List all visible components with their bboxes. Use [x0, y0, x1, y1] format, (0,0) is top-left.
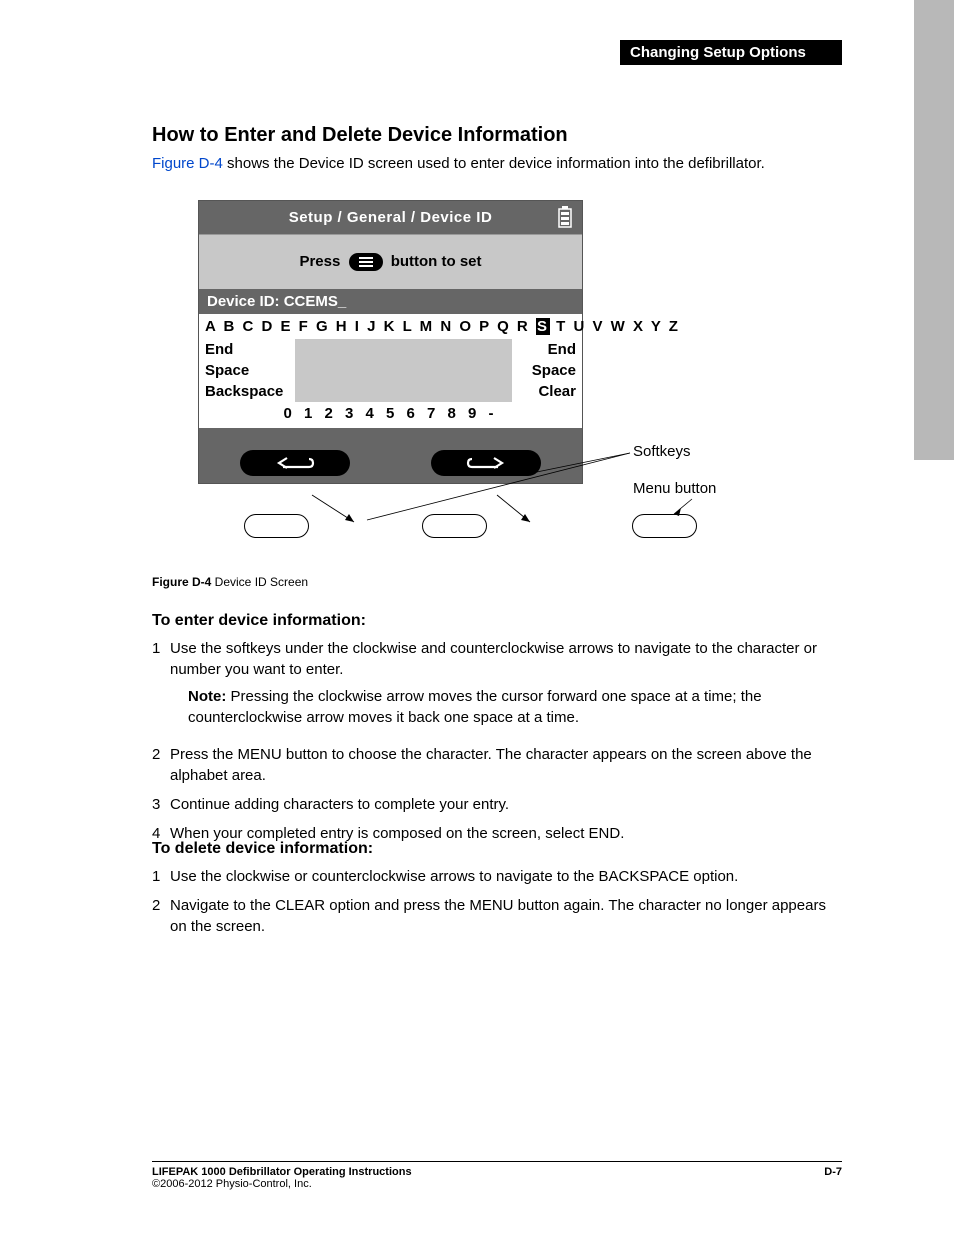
- option-row-3: Backspace Clear: [199, 381, 582, 402]
- delete-step-1: 1Use the clockwise or counterclockwise a…: [152, 866, 842, 887]
- alpha-left: A B C D E F G H I J K L M N O P Q R: [205, 318, 530, 335]
- intro-paragraph: Figure D-4 shows the Device ID screen us…: [152, 155, 765, 172]
- device-id-field: Device ID: CCEMS_: [199, 289, 582, 314]
- page-number: D-7: [824, 1166, 842, 1190]
- section-banner: Changing Setup Options: [620, 40, 842, 65]
- device-title-bar: Setup / General / Device ID: [199, 201, 582, 234]
- option-row-2: Space Space: [199, 360, 582, 381]
- label-softkeys: Softkeys: [633, 443, 691, 460]
- alpha-selected: S: [536, 318, 550, 335]
- delete-heading: To delete device information:: [152, 838, 842, 860]
- device-footer: [199, 428, 582, 483]
- figure-number: Figure D-4: [152, 575, 211, 589]
- enter-step-3: 3Continue adding characters to complete …: [152, 794, 842, 815]
- note-label: Note:: [188, 688, 226, 705]
- ccw-arrow-icon: [275, 455, 315, 471]
- figure-crossref[interactable]: Figure D-4: [152, 155, 223, 172]
- page-footer: LIFEPAK 1000 Defibrillator Operating Ins…: [152, 1161, 842, 1190]
- footer-title: LIFEPAK 1000 Defibrillator Operating Ins…: [152, 1166, 412, 1178]
- cw-arrow-icon: [466, 455, 506, 471]
- menu-icon: [349, 253, 383, 271]
- enter-instructions: To enter device information: 1 Use the s…: [152, 610, 842, 852]
- opt-space-r: Space: [512, 360, 582, 381]
- alphabet-row: A B C D E F G H I J K L M N O P Q R S T …: [199, 314, 582, 339]
- side-tab: [914, 0, 954, 460]
- note-text: Pressing the clockwise arrow moves the c…: [188, 688, 762, 726]
- battery-icon: [558, 206, 572, 228]
- press-text-right: button to set: [391, 253, 482, 270]
- enter-step-1-text: Use the softkeys under the clockwise and…: [170, 640, 817, 678]
- delete-instructions: To delete device information: 1Use the c…: [152, 838, 842, 945]
- physical-softkey-right: [422, 514, 487, 538]
- physical-menu-button: [632, 514, 697, 538]
- device-breadcrumb: Setup / General / Device ID: [289, 209, 493, 226]
- device-instruction: Press button to set: [199, 234, 582, 289]
- enter-step-2: 2Press the MENU button to choose the cha…: [152, 744, 842, 786]
- opt-end-l: End: [199, 339, 295, 360]
- opt-end-r: End: [512, 339, 582, 360]
- physical-softkey-left: [244, 514, 309, 538]
- figure-title: Device ID Screen: [211, 575, 308, 589]
- opt-clear: Clear: [512, 381, 582, 402]
- footer-copyright: ©2006-2012 Physio-Control, Inc.: [152, 1178, 312, 1190]
- softkey-cw: [431, 450, 541, 476]
- intro-text: shows the Device ID screen used to enter…: [223, 155, 765, 172]
- option-row-1: End End: [199, 339, 582, 360]
- press-text-left: Press: [299, 253, 344, 270]
- opt-backspace: Backspace: [199, 381, 295, 402]
- enter-step-1: 1 Use the softkeys under the clockwise a…: [152, 638, 842, 736]
- label-menu-button: Menu button: [633, 480, 716, 497]
- alpha-right: T U V W X Y Z: [556, 318, 680, 335]
- softkey-ccw: [240, 450, 350, 476]
- device-screen: Setup / General / Device ID Press button…: [198, 200, 583, 484]
- digit-row: 0 1 2 3 4 5 6 7 8 9 -: [199, 402, 582, 428]
- enter-note: Note: Pressing the clockwise arrow moves…: [188, 686, 842, 728]
- opt-space-l: Space: [199, 360, 295, 381]
- figure-caption: Figure D-4 Device ID Screen: [152, 575, 308, 589]
- delete-step-2: 2Navigate to the CLEAR option and press …: [152, 895, 842, 937]
- enter-heading: To enter device information:: [152, 610, 842, 632]
- page-heading: How to Enter and Delete Device Informati…: [152, 124, 568, 147]
